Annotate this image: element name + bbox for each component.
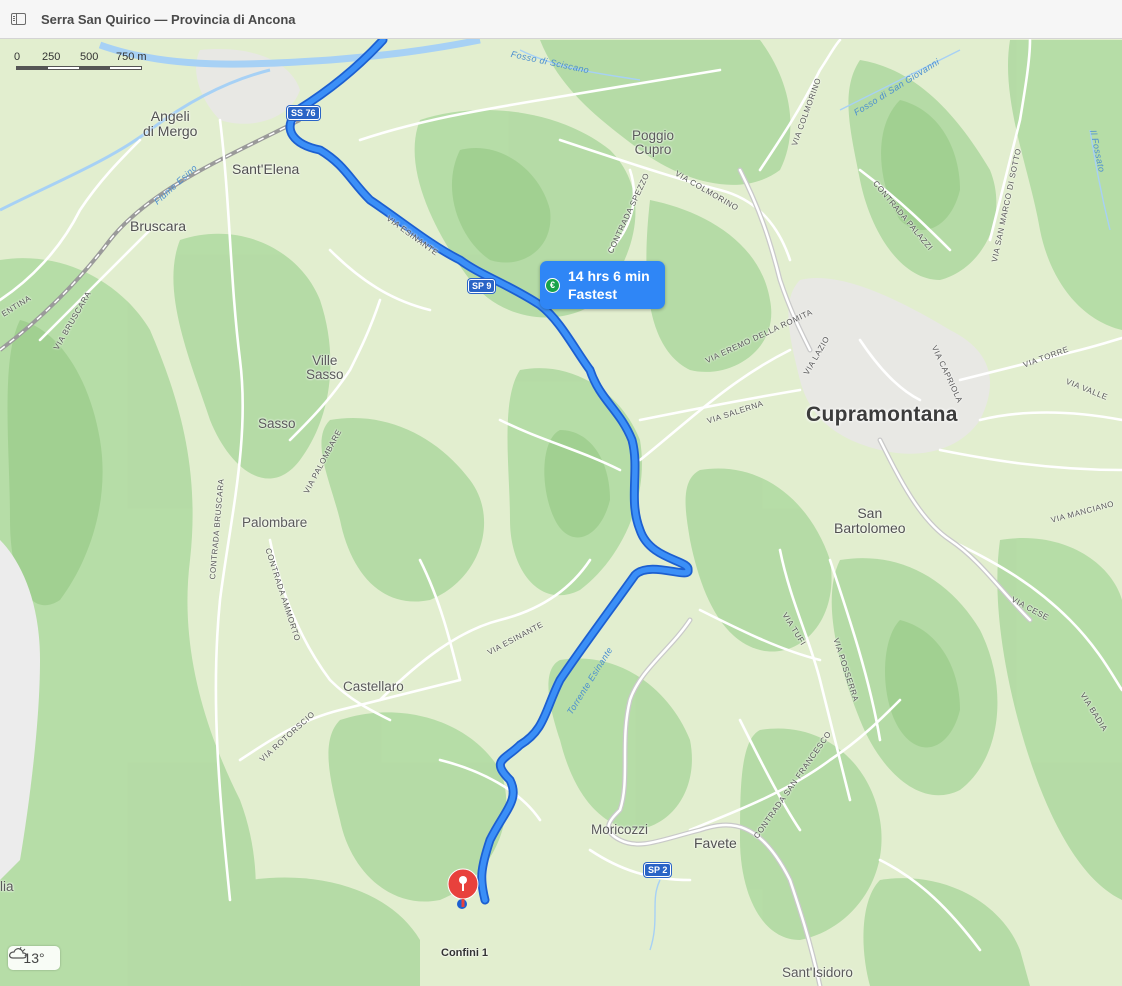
scale-tick-0: 0 [14, 51, 21, 63]
route-callout[interactable]: € 14 hrs 6 min Fastest [540, 261, 665, 309]
map-terrain [0, 39, 1122, 986]
place-palombare: Palombare [242, 515, 308, 530]
destination-label: Confini 1 [441, 947, 489, 959]
place-ville-sasso: Ville Sasso [306, 353, 344, 382]
place-santisidoro: Sant'Isidoro [782, 965, 853, 980]
place-angeli-di-mergo: Angeli di Mergo [143, 108, 198, 139]
map-canvas[interactable]: 0 250 500 750 m € 14 hrs 6 min Fastest C… [0, 39, 1122, 986]
place-cupramontana: Cupramontana [806, 403, 958, 426]
scale-bar-graphic [16, 66, 142, 70]
road-shield-sp2: SP 2 [644, 863, 672, 877]
place-santelena: Sant'Elena [232, 161, 300, 177]
place-lia: lia [0, 879, 14, 894]
place-bruscara: Bruscara [130, 218, 187, 234]
sidebar-toggle-icon[interactable] [11, 13, 26, 25]
place-san-bartolomeo: San Bartolomeo [834, 505, 906, 536]
place-castellaro: Castellaro [343, 679, 404, 694]
road-shield-sp9: SP 9 [468, 279, 496, 293]
place-sasso: Sasso [258, 416, 296, 431]
toll-euro-icon: € [545, 278, 560, 293]
scale-tick-500: 500 [80, 51, 99, 63]
route-time: 14 hrs 6 min [568, 268, 650, 284]
scale-tick-750: 750 m [116, 51, 147, 63]
cloud-icon [9, 946, 27, 959]
route-type: Fastest [568, 286, 618, 302]
place-poggio-cupro: Poggio Cupro [632, 128, 675, 157]
weather-widget[interactable]: 13° [8, 946, 60, 970]
title-bar: Serra San Quirico — Provincia di Ancona [0, 0, 1122, 39]
window-title: Serra San Quirico — Provincia di Ancona [41, 12, 296, 27]
place-favete: Favete [694, 835, 737, 851]
scale-tick-250: 250 [42, 51, 61, 63]
road-shield-ss76: SS 76 [287, 106, 320, 120]
place-moricozzi: Moricozzi [591, 822, 649, 837]
